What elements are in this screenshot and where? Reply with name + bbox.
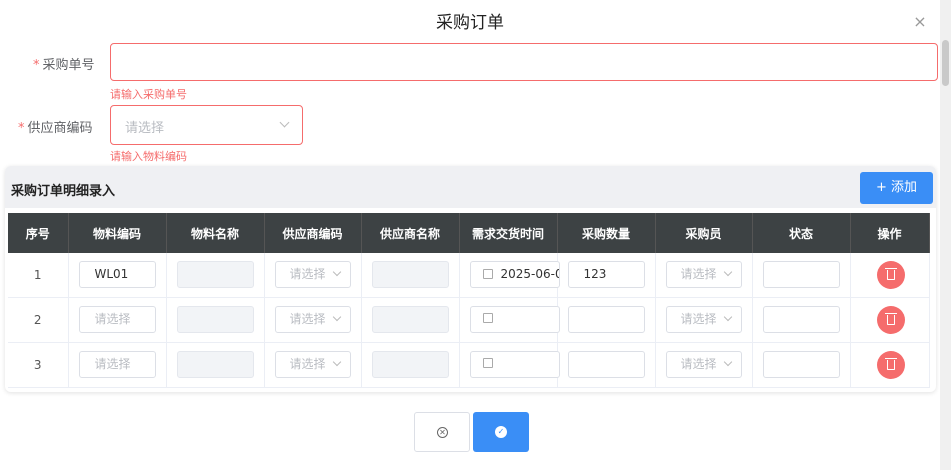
col-header-delivery-date: 需求交货时间 [459,213,558,253]
supplier-name-field [371,305,449,333]
supplier-code-label-text: 供应商编码 [27,121,93,136]
chevron-down-icon [332,357,341,366]
delivery-date-picker[interactable]: 2025-06-02 [469,261,560,288]
add-row-button[interactable]: + 添加 [860,172,933,204]
scrollbar[interactable] [940,0,951,470]
detail-card: 采购订单明细录入 + 添加 序号 物料编码 物料名称 供应商编码 供应商名称 需… [5,166,936,392]
circle-x-icon: ✕ [437,427,448,438]
chevron-down-icon [332,312,341,321]
quantity-input[interactable] [567,305,645,333]
row-index: 3 [8,342,69,388]
material-code-input[interactable]: 请选择 [78,350,156,378]
supplier-code-placeholder: 请选择 [125,121,165,136]
cancel-button[interactable]: ✕ [414,412,470,452]
col-header-status: 状态 [752,213,851,253]
supplier-code-select[interactable]: 请选择 [110,105,303,145]
calendar-icon [482,268,493,279]
status-input[interactable] [762,305,840,333]
confirm-button[interactable]: ✓ [473,412,529,452]
material-code-input[interactable]: 请选择 [78,305,156,333]
detail-card-header: 采购订单明细录入 + 添加 [5,166,936,208]
table-row: 3 请选择 请选择 请选择 [8,342,930,388]
col-header-index: 序号 [8,213,69,253]
delivery-date-picker[interactable] [469,305,560,333]
trash-icon [884,312,897,314]
order-no-error: 请输入采购单号 [110,88,187,101]
table-row: 2 请选择 请选择 请选择 [8,297,930,343]
purchase-order-dialog: 采购订单 × * 采购单号 请输入采购单号 * 供应商编码 请选择 请输入物料编码 … [0,0,940,470]
delete-row-button[interactable] [876,261,905,289]
chevron-down-icon [279,117,290,128]
col-header-material-name: 物料名称 [166,213,265,253]
status-input[interactable] [762,350,840,378]
chevron-down-icon [723,357,732,366]
check-circle-icon: ✓ [495,426,507,438]
detail-table: 序号 物料编码 物料名称 供应商编码 供应商名称 需求交货时间 采购数量 采购员… [8,213,930,388]
chevron-down-icon [723,312,732,321]
status-input[interactable] [762,261,840,288]
supplier-code-select[interactable]: 请选择 [274,261,351,288]
supplier-code-label: * 供应商编码 [18,117,93,136]
order-no-input[interactable] [110,43,938,81]
material-name-field [176,261,254,288]
row-index: 2 [8,297,69,343]
delete-row-button[interactable] [876,305,905,334]
delete-row-button[interactable] [876,350,905,379]
order-no-label-text: 采购单号 [42,58,95,73]
supplier-name-field [371,350,449,378]
col-header-supplier-name: 供应商名称 [361,213,460,253]
supplier-code-select[interactable]: 请选择 [274,305,351,333]
select-placeholder: 请选择 [680,267,717,281]
select-placeholder: 请选择 [680,356,717,371]
select-placeholder: 请选择 [289,311,326,326]
dialog-title: 采购订单 [436,13,504,33]
buyer-select[interactable]: 请选择 [665,350,742,378]
table-header-row: 序号 物料编码 物料名称 供应商编码 供应商名称 需求交货时间 采购数量 采购员… [8,213,930,253]
col-header-buyer: 采购员 [655,213,753,253]
supplier-code-select[interactable]: 请选择 [274,350,351,378]
order-no-label: * 采购单号 [33,54,95,73]
required-mark: * [18,121,25,136]
row-index: 1 [8,253,69,298]
detail-title: 采购订单明细录入 [11,184,116,199]
col-header-supplier-code: 供应商编码 [264,213,362,253]
quantity-input[interactable]: 123 [567,261,645,288]
close-icon[interactable]: × [911,13,929,31]
select-placeholder: 请选择 [289,267,326,281]
chevron-down-icon [332,267,341,277]
required-mark: * [33,58,40,73]
calendar-icon [482,313,493,323]
chevron-down-icon [723,267,732,277]
supplier-code-error: 请输入物料编码 [110,150,187,163]
trash-icon [884,357,897,359]
select-placeholder: 请选择 [289,356,326,371]
buyer-select[interactable]: 请选择 [665,305,742,333]
col-header-quantity: 采购数量 [557,213,656,253]
delivery-date-picker[interactable] [469,350,560,378]
trash-icon [884,268,897,269]
delivery-date-value: 2025-06-02 [500,267,559,281]
scrollbar-thumb[interactable] [942,40,949,86]
table-row: 1 WL01 请选择 2025-06-02 123 请选择 [8,253,930,298]
material-name-field [176,305,254,333]
col-header-actions: 操作 [850,213,930,253]
select-placeholder: 请选择 [680,311,717,326]
quantity-input[interactable] [567,350,645,378]
supplier-name-field [371,261,449,288]
buyer-select[interactable]: 请选择 [665,261,742,288]
calendar-icon [482,358,493,368]
material-name-field [176,350,254,378]
col-header-material-code: 物料编码 [68,213,167,253]
material-code-input[interactable]: WL01 [78,261,156,288]
